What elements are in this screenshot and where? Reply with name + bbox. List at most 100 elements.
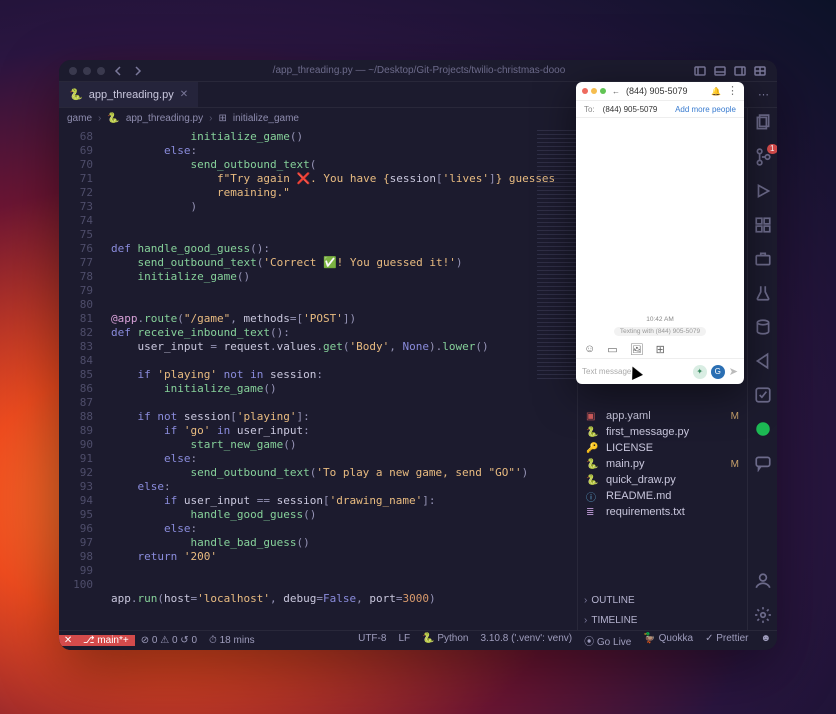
gif-icon[interactable]: ▭ (607, 343, 617, 356)
code-line[interactable]: def receive_inbound_text(): (111, 326, 569, 340)
panel-bottom-icon[interactable] (713, 64, 727, 78)
file-row[interactable]: 🐍main.pyM (578, 456, 747, 472)
code-line[interactable] (111, 298, 569, 312)
panel-left-icon[interactable] (693, 64, 707, 78)
nav-forward-icon[interactable] (131, 64, 145, 78)
file-row[interactable]: ⓘREADME.md (578, 488, 747, 504)
code-line[interactable] (111, 284, 569, 298)
status-chip[interactable]: UTF-8 (352, 633, 392, 644)
breadcrumb[interactable]: game › 🐍 app_threading.py › ⊞ initialize… (59, 108, 577, 128)
code-line[interactable]: if 'playing' not in session: (111, 368, 569, 382)
code-line[interactable] (111, 354, 569, 368)
sidebar-section[interactable]: ›TIMELINE (578, 610, 747, 630)
phone-back-icon[interactable]: ← (612, 87, 620, 96)
tab-close-icon[interactable]: ✕ (180, 89, 188, 100)
code-line[interactable]: initialize_game() (111, 382, 569, 396)
database-icon[interactable] (754, 318, 772, 336)
status-chip[interactable]: ⏱ 18 mins (203, 635, 261, 646)
assist-badge-icon[interactable]: ✦ (693, 365, 707, 379)
code-line[interactable] (111, 396, 569, 410)
code-line[interactable] (111, 228, 569, 242)
google-badge-icon[interactable]: G (711, 365, 725, 379)
code-line[interactable]: start_new_game() (111, 438, 569, 452)
code-line[interactable]: f"Try again ❌. You have {session['lives'… (111, 172, 569, 186)
code-line[interactable]: user_input = request.values.get('Body', … (111, 340, 569, 354)
layout-icon[interactable] (753, 64, 767, 78)
file-row[interactable]: 🐍quick_draw.py (578, 472, 747, 488)
file-row[interactable]: ▣app.yamlM (578, 408, 747, 424)
crumb-file[interactable]: app_threading.py (126, 113, 203, 124)
emoji-icon[interactable]: ☺ (584, 343, 595, 355)
code-line[interactable]: def handle_good_guess(): (111, 242, 569, 256)
phone-window-controls[interactable] (582, 88, 606, 94)
status-chip[interactable]: 🐍 Python (416, 633, 474, 644)
conversation-body[interactable]: 10:42 AM Texting with (844) 905-5079 (576, 118, 744, 340)
minimap[interactable] (537, 128, 577, 379)
status-chip[interactable]: ✓ Prettier (699, 633, 754, 644)
file-row[interactable]: 🐍first_message.py (578, 424, 747, 440)
status-chip[interactable]: ⦿ Go Live (578, 633, 637, 648)
code-line[interactable]: send_outbound_text('Correct ✅! You guess… (111, 256, 569, 270)
beaker-icon[interactable] (754, 284, 772, 302)
sidebar-section[interactable]: ›OUTLINE (578, 590, 747, 610)
crumb-folder[interactable]: game (67, 113, 92, 124)
debug-icon[interactable] (754, 182, 772, 200)
settings-gear-icon[interactable] (754, 606, 772, 624)
code-line[interactable]: initialize_game() (111, 270, 569, 284)
code-line[interactable]: handle_bad_guess() (111, 536, 569, 550)
attach-icon[interactable]: ⊞ (656, 343, 665, 356)
code-line[interactable]: handle_good_guess() (111, 508, 569, 522)
code-line[interactable]: @app.route("/game", methods=['POST']) (111, 312, 569, 326)
code-line[interactable] (111, 564, 569, 578)
status-chip[interactable]: LF (392, 633, 416, 644)
status-chip[interactable]: ⊘ 0 ⚠ 0 ↺ 0 (135, 635, 203, 646)
panel-right-icon[interactable] (733, 64, 747, 78)
code-line[interactable]: ) (111, 200, 569, 214)
crumb-symbol[interactable]: initialize_game (233, 113, 299, 124)
status-chip[interactable]: ☻ (754, 633, 777, 644)
zoom-dot[interactable] (97, 67, 105, 75)
extensions-icon[interactable] (754, 216, 772, 234)
spotify-icon[interactable] (754, 420, 772, 438)
remote-icon[interactable] (754, 250, 772, 268)
nav-back-icon[interactable] (111, 64, 125, 78)
code-line[interactable]: else: (111, 522, 569, 536)
status-chip[interactable]: 🦆 Quokka (637, 633, 699, 644)
code-line[interactable]: if not session['playing']: (111, 410, 569, 424)
copy-icon[interactable] (754, 114, 772, 132)
file-row[interactable]: 🔑LICENSE (578, 440, 747, 456)
add-people-link[interactable]: Add more people (675, 105, 736, 114)
code-line[interactable] (111, 214, 569, 228)
vscode-icon[interactable] (754, 352, 772, 370)
more-icon[interactable]: ⋯ (758, 88, 769, 101)
comment-icon[interactable] (754, 454, 772, 472)
close-dot[interactable] (69, 67, 77, 75)
code-line[interactable]: else: (111, 144, 569, 158)
sticker-icon[interactable]: 🖼 (630, 343, 644, 356)
account-icon[interactable] (754, 572, 772, 590)
minimize-dot[interactable] (83, 67, 91, 75)
code-line[interactable]: send_outbound_text( (111, 158, 569, 172)
code-line[interactable]: if 'go' in user_input: (111, 424, 569, 438)
bell-icon[interactable]: 🔔 (711, 87, 721, 96)
status-chip[interactable]: ⎇ main*+ (77, 635, 135, 646)
code-line[interactable]: else: (111, 480, 569, 494)
code-line[interactable]: else: (111, 452, 569, 466)
tab-app-threading[interactable]: 🐍 app_threading.py ✕ (59, 82, 198, 107)
source-control-icon[interactable]: 1 (754, 148, 772, 166)
code-line[interactable]: initialize_game() (111, 130, 569, 144)
phone-more-icon[interactable]: ⋮ (727, 88, 738, 94)
code-content[interactable]: initialize_game() else: send_outbound_te… (103, 128, 577, 630)
code-line[interactable]: remaining." (111, 186, 569, 200)
code-line[interactable]: if user_input == session['drawing_name']… (111, 494, 569, 508)
status-chip[interactable]: ✕ (59, 635, 77, 646)
window-controls[interactable] (69, 67, 105, 75)
code-editor[interactable]: 6869707172737475767778798081828384858687… (59, 128, 577, 630)
code-line[interactable]: send_outbound_text('To play a new game, … (111, 466, 569, 480)
status-chip[interactable]: 3.10.8 ('.venv': venv) (474, 633, 578, 644)
code-line[interactable] (111, 578, 569, 592)
send-icon[interactable]: ➤ (729, 365, 738, 378)
code-line[interactable]: app.run(host='localhost', debug=False, p… (111, 592, 569, 606)
todo-icon[interactable] (754, 386, 772, 404)
code-line[interactable]: return '200' (111, 550, 569, 564)
